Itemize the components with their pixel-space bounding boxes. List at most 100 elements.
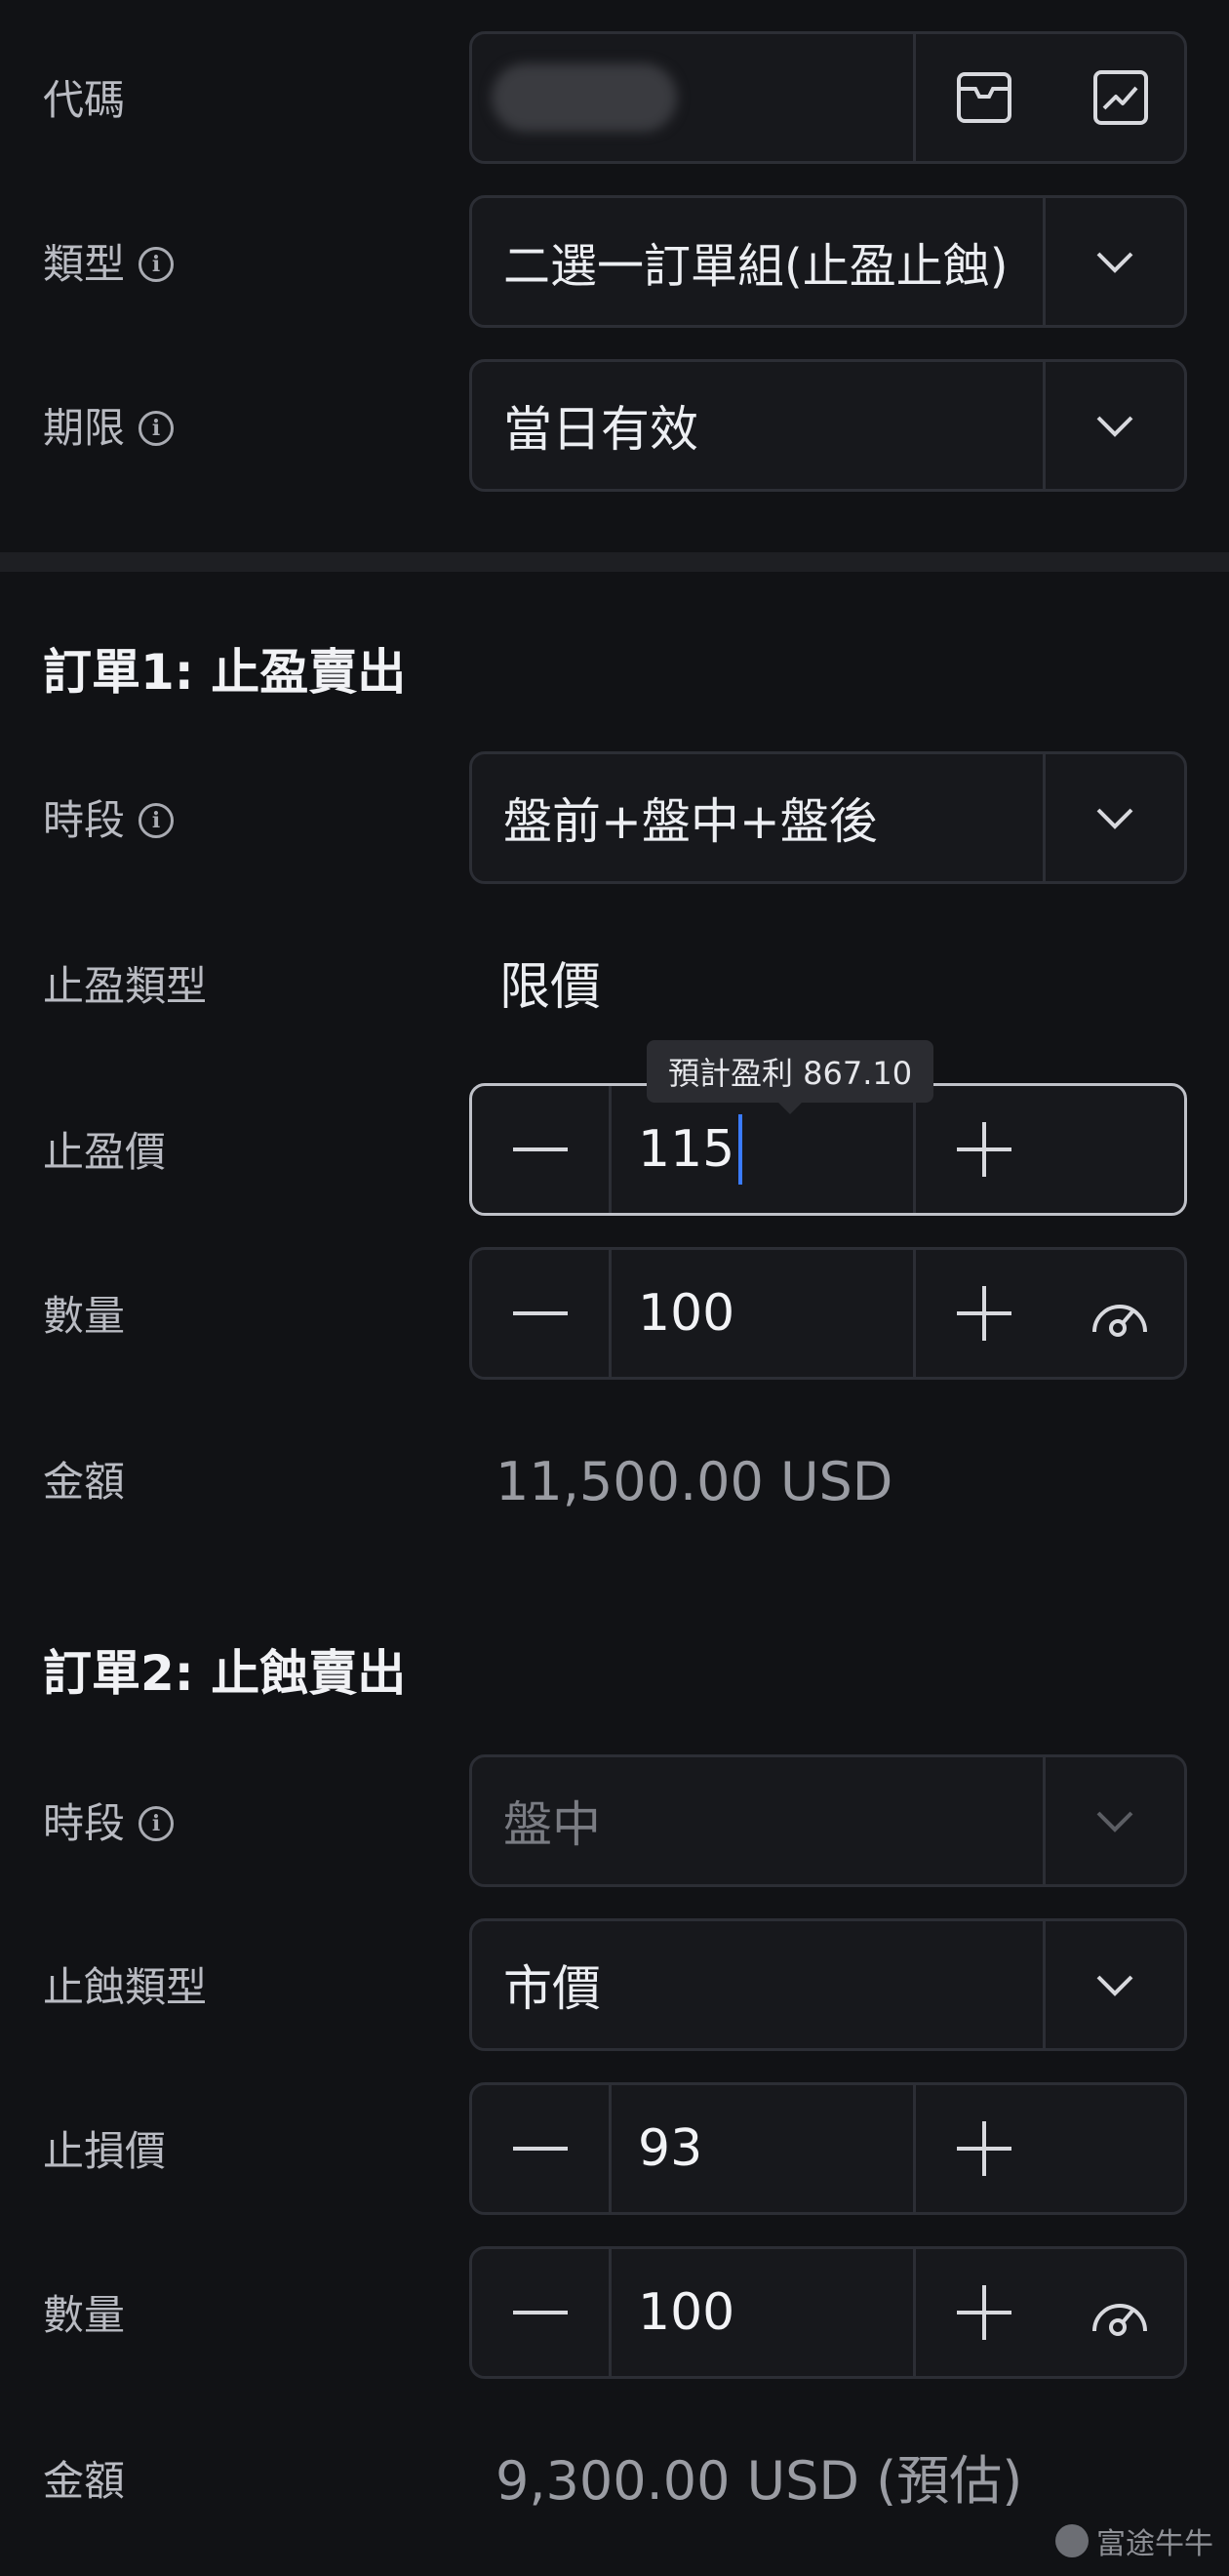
- type-label: 類型 i: [43, 240, 175, 288]
- order1-tp-type-value: 限價: [499, 958, 602, 1017]
- code-field[interactable]: [469, 31, 1187, 164]
- order2-sl-type-value: 市價: [503, 1960, 601, 2017]
- order1-tp-price-stepper[interactable]: 115: [469, 1083, 1187, 1216]
- decrement-button[interactable]: [472, 1250, 612, 1377]
- order2-sl-price-label-text: 止損價: [43, 2127, 167, 2175]
- watermark: 富途牛牛: [1055, 2519, 1213, 2562]
- order2-quantity-label: 數量: [43, 2295, 125, 2336]
- order1-tp-price-label: 止盈價: [43, 1132, 166, 1173]
- code-label: 代碼: [43, 80, 125, 121]
- order2-amount-label: 金額: [43, 2461, 125, 2502]
- order1-session-toggle[interactable]: [1043, 754, 1184, 881]
- plus-icon: [957, 2285, 1011, 2340]
- order2-quantity-label-text: 數量: [43, 2291, 126, 2339]
- increment-button[interactable]: [913, 1086, 1052, 1213]
- minus-icon: [513, 2147, 568, 2151]
- order2-session-select: 盤中: [469, 1754, 1187, 1887]
- minus-icon: [513, 1311, 568, 1315]
- expected-profit-tooltip: 預計盈利 867.10: [647, 1040, 934, 1114]
- type-label-text: 類型: [43, 240, 126, 288]
- order1-amount-value: 11,500.00 USD: [496, 1451, 893, 1512]
- watermark-text: 富途牛牛: [1096, 2527, 1213, 2561]
- info-icon[interactable]: i: [139, 247, 175, 282]
- order2-amount-label-text: 金額: [43, 2457, 126, 2505]
- order1-session-label-text: 時段: [43, 796, 126, 844]
- order1-session-select[interactable]: 盤前+盤中+盤後: [469, 751, 1187, 884]
- order1-quantity-label-text: 數量: [43, 1292, 126, 1340]
- duration-select[interactable]: 當日有效: [469, 359, 1187, 492]
- chart-icon: [1093, 70, 1148, 125]
- duration-select-toggle[interactable]: [1043, 362, 1184, 489]
- increment-button[interactable]: [913, 2249, 1052, 2376]
- chevron-down-icon: [1096, 1975, 1133, 1996]
- order2-quantity-stepper[interactable]: 100: [469, 2246, 1187, 2379]
- info-icon[interactable]: i: [139, 803, 175, 838]
- chevron-down-icon: [1096, 416, 1133, 437]
- expected-profit-text: 預計盈利 867.10: [668, 1055, 913, 1092]
- gauge-icon: [1092, 2304, 1147, 2336]
- increment-button[interactable]: [913, 1250, 1052, 1377]
- chevron-down-icon: [1096, 252, 1133, 273]
- decrement-button[interactable]: [472, 2249, 612, 2376]
- code-redacted: [492, 63, 677, 132]
- order2-quantity-input[interactable]: 100: [638, 2249, 734, 2376]
- max-quantity-button[interactable]: [1052, 2249, 1184, 2376]
- plus-icon: [957, 1286, 1011, 1341]
- order1-tp-price-label-text: 止盈價: [43, 1128, 167, 1176]
- duration-select-value: 當日有效: [503, 401, 698, 458]
- gauge-icon: [1092, 1305, 1147, 1337]
- order1-tp-type-label: 止盈類型: [43, 966, 207, 1007]
- info-icon[interactable]: i: [139, 411, 175, 446]
- order2-sl-price-value: 93: [638, 2119, 703, 2178]
- order2-session-value: 盤中: [503, 1796, 601, 1853]
- chevron-down-icon: [1096, 1811, 1133, 1832]
- order2-sl-price-label: 止損價: [43, 2131, 166, 2172]
- type-select-value: 二選一訂單組(止盈止蝕): [503, 239, 1009, 294]
- order1-tp-price-input[interactable]: 115: [638, 1086, 743, 1213]
- order2-sl-type-label-text: 止蝕類型: [43, 1963, 208, 2011]
- minus-icon: [513, 1147, 568, 1151]
- info-icon[interactable]: i: [139, 1806, 175, 1841]
- order1-quantity-stepper[interactable]: 100: [469, 1247, 1187, 1380]
- text-caret: [738, 1114, 743, 1185]
- chevron-down-icon: [1096, 808, 1133, 829]
- order2-sl-type-label: 止蝕類型: [43, 1967, 207, 2008]
- decrement-button[interactable]: [472, 2085, 612, 2212]
- duration-label-text: 期限: [43, 404, 126, 452]
- position-box-icon: [957, 72, 1011, 123]
- order2-sl-price-stepper[interactable]: 93: [469, 2082, 1187, 2215]
- section-divider: [0, 552, 1229, 572]
- order1-quantity-input[interactable]: 100: [638, 1250, 734, 1377]
- type-select-toggle[interactable]: [1043, 198, 1184, 325]
- plus-icon: [957, 2121, 1011, 2176]
- order2-session-toggle: [1043, 1757, 1184, 1884]
- order1-session-label: 時段 i: [43, 796, 175, 844]
- futu-logo-icon: [1055, 2524, 1089, 2557]
- order1-quantity-value: 100: [638, 1284, 735, 1343]
- order2-amount-value: 9,300.00 USD (預估): [496, 2450, 1023, 2512]
- duration-label: 期限 i: [43, 404, 175, 452]
- type-select[interactable]: 二選一訂單組(止盈止蝕): [469, 195, 1187, 328]
- order2-sl-type-toggle[interactable]: [1043, 1921, 1184, 2048]
- order1-amount-label-text: 金額: [43, 1458, 126, 1506]
- order1-title: 訂單1: 止盈賣出: [43, 644, 407, 701]
- order1-tp-price-value: 115: [638, 1120, 735, 1179]
- order2-quantity-value: 100: [638, 2283, 735, 2342]
- increment-button[interactable]: [913, 2085, 1052, 2212]
- order2-session-label: 時段 i: [43, 1799, 175, 1847]
- order1-session-value: 盤前+盤中+盤後: [503, 793, 878, 850]
- order1-amount-label: 金額: [43, 1462, 125, 1503]
- chart-button[interactable]: [1052, 34, 1184, 161]
- minus-icon: [513, 2311, 568, 2314]
- order1-quantity-label: 數量: [43, 1296, 125, 1337]
- order2-sl-price-input[interactable]: 93: [638, 2085, 702, 2212]
- order2-sl-type-select[interactable]: 市價: [469, 1918, 1187, 2051]
- max-quantity-button[interactable]: [1052, 1250, 1184, 1377]
- order2-session-label-text: 時段: [43, 1799, 126, 1847]
- decrement-button[interactable]: [472, 1086, 612, 1213]
- position-box-button[interactable]: [913, 34, 1052, 161]
- code-label-text: 代碼: [43, 76, 126, 124]
- order2-title: 訂單2: 止蝕賣出: [43, 1645, 407, 1702]
- order1-tp-type-label-text: 止盈類型: [43, 962, 208, 1010]
- plus-icon: [957, 1122, 1011, 1177]
